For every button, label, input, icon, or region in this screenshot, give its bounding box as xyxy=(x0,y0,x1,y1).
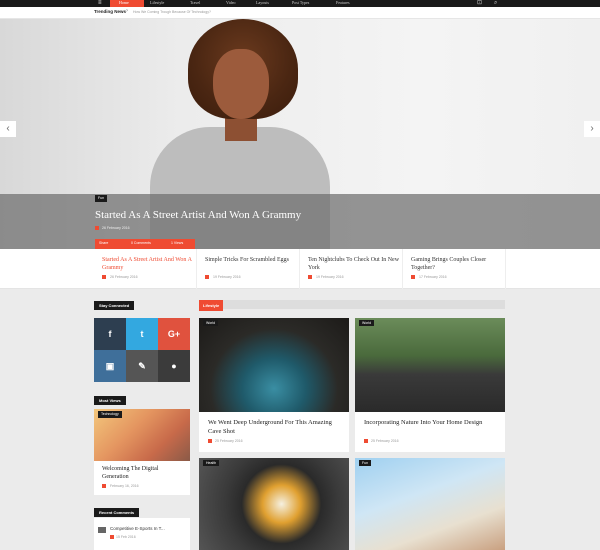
menu-icon[interactable]: ≡ xyxy=(98,0,106,7)
trending-link[interactable]: How We Coming Trough Because Of Technolo… xyxy=(133,10,211,14)
article-date: 25 February 2016 xyxy=(371,439,399,443)
slider-tab[interactable]: Gaming Brings Couples Closer Together? 1… xyxy=(403,249,506,289)
lock-icon[interactable]: ⊡ xyxy=(477,0,482,6)
most-views-post-title[interactable]: Welcoming The Digital Generation xyxy=(102,465,186,481)
share-button[interactable]: Share xyxy=(99,241,108,245)
twitter-icon[interactable]: t xyxy=(126,318,158,350)
trending-bar: Trending News › How We Coming Trough Bec… xyxy=(0,7,600,19)
hero-image-face xyxy=(213,49,269,119)
calendar-icon xyxy=(308,275,312,279)
article-card[interactable]: Health xyxy=(199,458,349,550)
slider-tab-date: 19 February 2016 xyxy=(213,275,241,279)
calendar-icon xyxy=(208,439,212,443)
slider-tab[interactable]: Started As A Street Artist And Won A Gra… xyxy=(94,249,197,289)
most-views-date: February 16, 2016 xyxy=(110,484,139,488)
most-views-tag[interactable]: Technology xyxy=(98,411,122,418)
slider-next-button[interactable]: › xyxy=(584,121,600,137)
article-tag[interactable]: Health xyxy=(203,460,220,466)
chevron-right-icon: › xyxy=(126,8,128,14)
hero-date: 26 February 2016 xyxy=(102,226,130,230)
hero-caption-overlay xyxy=(0,194,600,249)
google-plus-icon[interactable]: G+ xyxy=(158,318,190,350)
nav-item-video[interactable]: Video xyxy=(226,0,236,7)
nav-item-travel[interactable]: Travel xyxy=(190,0,200,7)
blog-icon[interactable]: ✎ xyxy=(126,350,158,382)
article-tag[interactable]: World xyxy=(203,320,219,326)
recent-comments-title: Recent Comments xyxy=(94,508,140,517)
stay-connected-title: Stay Connected xyxy=(94,301,135,310)
nav-item-home[interactable]: Home xyxy=(110,0,144,7)
top-nav: ≡ Home Lifestyle Travel Video Layouts Po… xyxy=(0,0,600,7)
section-divider xyxy=(199,300,505,309)
slider-prev-button[interactable]: ‹ xyxy=(0,121,16,137)
comment-thumbnail xyxy=(98,527,106,533)
nav-item-post-types[interactable]: Post Types xyxy=(292,0,309,7)
article-card[interactable]: Fun xyxy=(355,458,505,550)
slider-tabs: Started As A Street Artist And Won A Gra… xyxy=(0,249,600,289)
most-views-title: Most Views xyxy=(94,396,126,405)
calendar-icon xyxy=(102,484,106,488)
social-grid: f t G+ ▣ ✎ ● xyxy=(94,318,190,382)
calendar-icon xyxy=(364,439,368,443)
calendar-icon xyxy=(205,275,209,279)
hero-category-tag[interactable]: Fun xyxy=(95,195,108,202)
hero-meta-bar: Share 0 Comments 1 Views xyxy=(95,239,195,249)
hero-title[interactable]: Started As A Street Artist And Won A Gra… xyxy=(95,209,301,221)
article-card[interactable]: World We Went Deep Underground For This … xyxy=(199,318,349,452)
article-title[interactable]: Incorporating Nature Into Your Home Desi… xyxy=(364,418,494,427)
article-tag[interactable]: Fun xyxy=(359,460,372,466)
search-icon[interactable]: ⌕ xyxy=(494,0,497,6)
chat-icon[interactable]: ● xyxy=(158,350,190,382)
calendar-icon xyxy=(95,226,99,230)
slider-tab-date: 19 February 2016 xyxy=(316,275,344,279)
calendar-icon xyxy=(411,275,415,279)
views-count: 1 Views xyxy=(171,241,184,245)
nav-item-lifestyle[interactable]: Lifestyle xyxy=(150,0,164,7)
calendar-icon xyxy=(102,275,106,279)
recent-comment-item[interactable]: Competitive E-Sports In T... 15 Feb 2016 xyxy=(94,518,190,550)
slider-tab-date: 17 February 2016 xyxy=(419,275,447,279)
article-image-cave[interactable] xyxy=(199,318,349,412)
slider-tab-title: Gaming Brings Couples Closer Together? xyxy=(411,257,487,271)
hero-slider: Fun Started As A Street Artist And Won A… xyxy=(0,19,600,249)
calendar-icon xyxy=(110,535,114,539)
most-views-card[interactable]: Technology Welcoming The Digital Generat… xyxy=(94,409,190,495)
article-image-pool[interactable] xyxy=(355,318,505,412)
article-image-net[interactable] xyxy=(355,458,505,550)
article-card[interactable]: World Incorporating Nature Into Your Hom… xyxy=(355,318,505,452)
article-tag[interactable]: World xyxy=(359,320,375,326)
comments-count[interactable]: 0 Comments xyxy=(131,241,151,245)
slider-tab[interactable]: Ten Nightclubs To Check Out In New York … xyxy=(300,249,403,289)
nav-label: Home xyxy=(119,0,129,5)
slider-tab-title: Ten Nightclubs To Check Out In New York xyxy=(308,257,400,271)
article-date: 25 February 2016 xyxy=(215,439,243,443)
recent-comment-date: 15 Feb 2016 xyxy=(116,535,136,539)
nav-item-layouts[interactable]: Layouts xyxy=(256,0,269,7)
slider-tab-title: Simple Tricks For Scrambled Eggs xyxy=(205,257,290,263)
recent-comment-post[interactable]: Competitive E-Sports In T... xyxy=(110,526,165,531)
slider-tab[interactable]: Simple Tricks For Scrambled Eggs 19 Febr… xyxy=(197,249,300,289)
lifestyle-section-title[interactable]: Lifestyle xyxy=(199,300,224,311)
slider-tab-title: Started As A Street Artist And Won A Gra… xyxy=(102,257,192,271)
article-title[interactable]: We Went Deep Underground For This Amazin… xyxy=(208,418,338,436)
nav-item-features[interactable]: Features xyxy=(336,0,350,7)
slider-tab-date: 26 February 2016 xyxy=(110,275,138,279)
trending-label: Trending News xyxy=(94,9,127,14)
article-image-food[interactable] xyxy=(199,458,349,550)
facebook-icon[interactable]: f xyxy=(94,318,126,350)
instagram-icon[interactable]: ▣ xyxy=(94,350,126,382)
